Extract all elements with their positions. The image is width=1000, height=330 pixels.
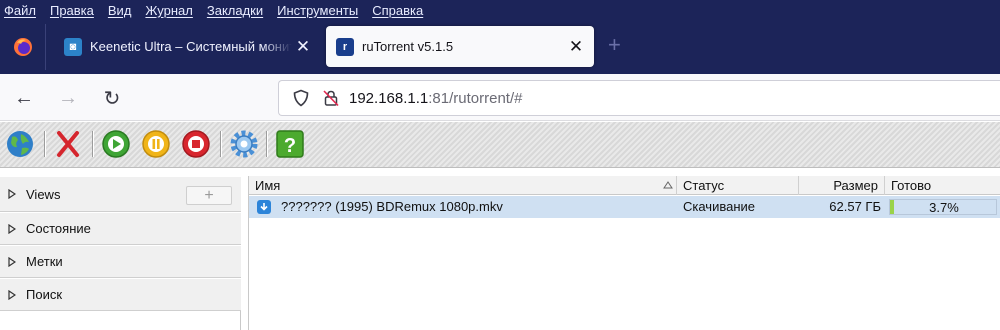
- start-icon[interactable]: [100, 128, 132, 160]
- category-panel: Views + Состояние Метки Поиск: [0, 176, 241, 330]
- category-state[interactable]: Состояние: [0, 212, 241, 245]
- rutorrent-toolbar: ?: [0, 122, 1000, 168]
- toolbar-separator: [44, 131, 46, 157]
- menu-bar: Файл Правка Вид Журнал Закладки Инструме…: [0, 0, 1000, 20]
- reload-button[interactable]: ↻: [98, 84, 126, 112]
- torrent-status: Скачивание: [683, 199, 756, 214]
- navigation-bar: ← → ↻ 192.168.1.1:81/rutorrent/#: [0, 74, 1000, 121]
- torrent-progress-cell: 3.7%: [889, 196, 997, 218]
- expand-triangle-icon: [8, 256, 16, 267]
- menu-bookmarks[interactable]: Закладки: [207, 3, 263, 18]
- table-row[interactable]: ??????? (1995) BDRemux 1080p.mkv Скачива…: [249, 196, 1000, 218]
- state-label: Состояние: [26, 221, 91, 236]
- column-header-name-label: Имя: [255, 178, 281, 193]
- column-header-done[interactable]: Готово: [885, 176, 1000, 195]
- category-views[interactable]: Views +: [0, 176, 241, 212]
- back-button[interactable]: ←: [10, 84, 38, 112]
- add-view-button[interactable]: +: [186, 186, 232, 205]
- help-icon[interactable]: ?: [274, 128, 306, 160]
- add-torrent-icon[interactable]: [4, 128, 36, 160]
- url-host: 192.168.1.1: [349, 89, 429, 107]
- close-tab-icon[interactable]: ✕: [292, 37, 314, 57]
- firefox-icon: [13, 38, 32, 56]
- labels-label: Метки: [26, 254, 63, 269]
- column-header-done-label: Готово: [891, 178, 932, 193]
- column-header-name[interactable]: Имя: [249, 176, 677, 195]
- new-tab-button[interactable]: +: [608, 33, 621, 57]
- toolbar-separator: [92, 131, 94, 157]
- toolbar-separator: [266, 131, 268, 157]
- shield-icon[interactable]: [289, 86, 313, 110]
- column-header-status[interactable]: Статус: [677, 176, 799, 195]
- expand-triangle-icon: [8, 289, 16, 300]
- menu-edit[interactable]: Правка: [50, 3, 94, 18]
- insecure-lock-icon[interactable]: [319, 86, 343, 110]
- column-header-status-label: Статус: [683, 178, 725, 193]
- toolbar-separator: [220, 131, 222, 157]
- search-label: Поиск: [26, 287, 63, 302]
- rutorrent-icon: r: [336, 37, 354, 56]
- url-bar[interactable]: 192.168.1.1:81/rutorrent/#: [278, 80, 1000, 116]
- firefox-view-button[interactable]: [0, 24, 46, 70]
- svg-text:?: ?: [284, 135, 296, 157]
- category-labels[interactable]: Метки: [0, 245, 241, 278]
- column-header-size-label: Размер: [833, 178, 878, 193]
- tab-title: Keenetic Ultra – Системный монитор: [90, 39, 292, 54]
- progress-text: 3.7%: [929, 200, 959, 215]
- views-label: Views: [26, 186, 61, 202]
- tab-title: ruTorrent v5.1.5: [362, 39, 454, 54]
- forward-button[interactable]: →: [54, 84, 82, 112]
- torrent-size: 62.57 ГБ: [829, 199, 881, 214]
- menu-help[interactable]: Справка: [372, 3, 423, 18]
- expand-triangle-icon: [8, 189, 16, 199]
- expand-triangle-icon: [8, 223, 16, 234]
- tab-rutorrent[interactable]: r ruTorrent v5.1.5 ✕: [326, 26, 594, 67]
- url-path: :81/rutorrent/#: [428, 89, 523, 107]
- progress-bar: 3.7%: [889, 199, 997, 215]
- close-tab-icon[interactable]: ✕: [564, 37, 588, 57]
- settings-icon[interactable]: [228, 128, 260, 160]
- pause-icon[interactable]: [140, 128, 172, 160]
- torrent-table: Имя Статус Размер Готово ??????? (1995) …: [248, 176, 1000, 330]
- column-header-size[interactable]: Размер: [799, 176, 885, 195]
- table-header: Имя Статус Размер Готово: [249, 176, 1000, 195]
- keenetic-icon: ◙: [64, 37, 82, 56]
- menu-view[interactable]: Вид: [108, 3, 132, 18]
- torrent-name: ??????? (1995) BDRemux 1080p.mkv: [281, 199, 503, 214]
- tab-keenetic[interactable]: ◙ Keenetic Ultra – Системный монитор ✕: [54, 26, 320, 67]
- remove-icon[interactable]: [52, 128, 84, 160]
- menu-history[interactable]: Журнал: [145, 3, 192, 18]
- tab-strip: ◙ Keenetic Ultra – Системный монитор ✕ r…: [0, 20, 1000, 74]
- category-search[interactable]: Поиск: [0, 278, 241, 311]
- stop-icon[interactable]: [180, 128, 212, 160]
- sort-ascending-icon: [663, 181, 673, 189]
- menu-tools[interactable]: Инструменты: [277, 3, 358, 18]
- menu-file[interactable]: Файл: [4, 3, 36, 18]
- downloading-icon: [257, 200, 271, 214]
